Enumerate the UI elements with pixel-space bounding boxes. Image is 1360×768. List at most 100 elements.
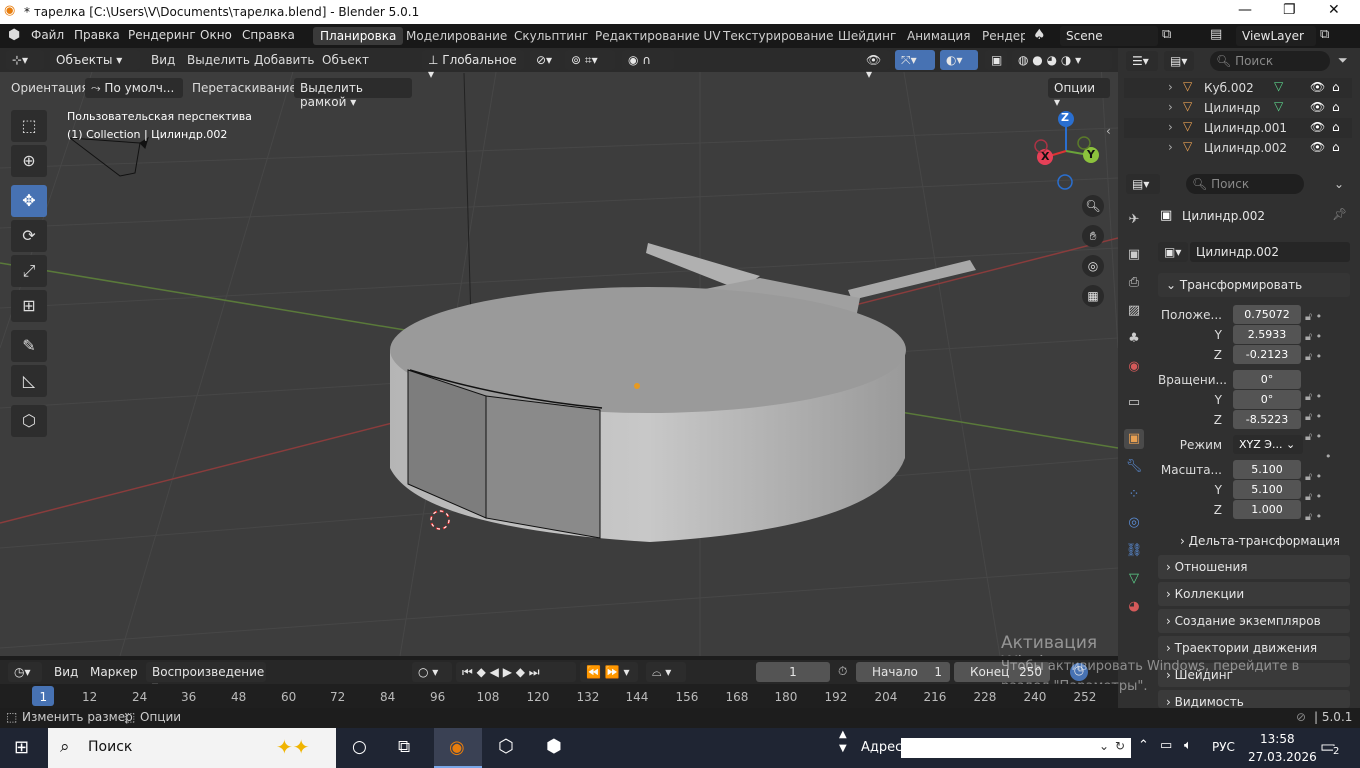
auto-key-icon[interactable]: ⌓ ▾ xyxy=(646,662,686,682)
render-camera-icon[interactable]: ⌂ xyxy=(1332,120,1340,134)
output-tab-icon[interactable]: ⎙ xyxy=(1124,273,1144,293)
address-input[interactable]: ⌄ ↻ xyxy=(901,738,1131,758)
camera-view-icon[interactable]: ◎ xyxy=(1082,255,1104,277)
tab-modeling[interactable]: Моделирование xyxy=(399,27,514,45)
rotation-z-field[interactable]: -8.5223 xyxy=(1233,410,1301,429)
timeline-ruler[interactable] xyxy=(0,684,1118,708)
playback-controls[interactable]: ⏮ ◆ ◀ ▶ ◆ ⏭ xyxy=(456,662,576,682)
address-go-icon[interactable]: ↻ xyxy=(1115,739,1125,753)
render-camera-icon[interactable]: ⌂ xyxy=(1332,100,1340,114)
rotate-tool[interactable]: ⟳ xyxy=(11,220,47,252)
shading-modes[interactable]: ◍ ● ◕ ◑ ▾ xyxy=(1012,50,1112,70)
world-tab-icon[interactable]: ◉ xyxy=(1124,357,1144,377)
outliner-search-field[interactable]: 🔍︎ Поиск xyxy=(1210,51,1330,71)
properties-editor-icon[interactable]: ▤▾ xyxy=(1126,174,1160,194)
select-box-tool[interactable]: ⬚ xyxy=(11,110,47,142)
taskbar-search-box[interactable]: ⌕ Поиск ✦✦ xyxy=(48,728,336,768)
outliner-filter-icon[interactable]: ▤▾ xyxy=(1164,51,1194,71)
collections-panel[interactable]: › Коллекции xyxy=(1158,582,1350,606)
clock-date[interactable]: 27.03.2026 xyxy=(1248,750,1317,764)
scene-tab-icon[interactable]: ♣ xyxy=(1124,329,1144,349)
volume-icon[interactable]: 🔈︎ xyxy=(1184,738,1192,753)
overlay-toggle-icon[interactable]: ◐▾ xyxy=(940,50,978,70)
menu-render[interactable]: Рендеринг xyxy=(128,28,196,42)
location-x-field[interactable]: 0.75072 xyxy=(1233,305,1301,324)
pan-hand-icon[interactable]: ✋︎ xyxy=(1082,225,1104,247)
tab-sculpting[interactable]: Скульптинг xyxy=(507,27,595,45)
lock-icons-column[interactable]: 🔓︎ • 🔓︎ • 🔓︎ • 🔓︎ • 🔓︎ • 🔓︎ • • 🔓︎ • 🔓︎ • 🔓︎ • xyxy=(1305,307,1345,527)
expand-icon[interactable]: › xyxy=(1168,100,1173,114)
new-viewlayer-icon[interactable]: ⧉ xyxy=(1320,27,1329,42)
transform-panel-header[interactable]: ⌄ Трансформировать xyxy=(1158,273,1350,297)
cursor-tool[interactable]: ⊕ xyxy=(11,145,47,177)
maximize-icon[interactable]: ❐ xyxy=(1283,2,1296,18)
taskbar-blender-app[interactable]: ◉ xyxy=(434,728,482,768)
particles-tab-icon[interactable]: ⁘ xyxy=(1124,485,1144,505)
data-tab-icon[interactable]: ▽ xyxy=(1124,569,1144,589)
menu-window[interactable]: Окно xyxy=(200,28,232,42)
3d-viewport[interactable]: Z Y X Пользовательская перспектива (1) C… xyxy=(0,48,1118,656)
outliner-filter-funnel-icon[interactable]: ⏷ xyxy=(1338,53,1348,68)
drag-dropdown[interactable]: Выделить рамкой ▾ xyxy=(294,78,412,109)
expand-icon[interactable]: › xyxy=(1168,120,1173,134)
render-camera-icon[interactable]: ⌂ xyxy=(1332,80,1340,94)
zoom-icon[interactable]: 🔍︎ xyxy=(1082,195,1104,217)
timeline-menu-marker[interactable]: Маркер xyxy=(90,665,138,679)
move-tool[interactable]: ✥ xyxy=(11,185,47,217)
material-tab-icon[interactable]: ◕ xyxy=(1124,597,1144,617)
render-camera-icon[interactable]: ⌂ xyxy=(1332,140,1340,154)
object-type-icon[interactable]: ▣▾ xyxy=(1158,242,1188,262)
properties-options-icon[interactable]: ⌄ xyxy=(1334,177,1344,191)
timeline-menu-view[interactable]: Вид xyxy=(54,665,78,679)
address-dropdown-icon[interactable]: ⌄ xyxy=(1099,739,1109,753)
render-tab-icon[interactable]: ▣ xyxy=(1124,245,1144,265)
eye-icon[interactable]: 👁︎ xyxy=(1310,100,1325,114)
scale-x-field[interactable]: 5.100 xyxy=(1233,460,1301,479)
snap-icon[interactable]: ⊚ ⌗▾ xyxy=(565,50,615,70)
unity-hub-icon[interactable]: ⬢ xyxy=(546,736,562,757)
minimize-icon[interactable]: — xyxy=(1238,2,1252,18)
delta-transform-subpanel[interactable]: › Дельта-трансформация xyxy=(1180,534,1340,548)
tool-tab-icon[interactable]: ✈ xyxy=(1124,210,1144,230)
pin-icon[interactable]: 📌︎ xyxy=(1332,207,1347,221)
cortana-icon[interactable]: ○ xyxy=(352,737,367,757)
outliner-editor-icon[interactable]: ☰▾ xyxy=(1126,51,1158,71)
collection-tab-icon[interactable]: ▭ xyxy=(1124,393,1144,413)
rotation-y-field[interactable]: 0° xyxy=(1233,390,1301,409)
expand-icon[interactable]: › xyxy=(1168,140,1173,154)
outliner-item-cylinder001[interactable]: › ▽ Цилиндр.001 👁︎ ⌂ xyxy=(1124,118,1352,138)
task-view-icon[interactable]: ⧉ xyxy=(398,737,410,757)
instancing-panel[interactable]: › Создание экземпляров xyxy=(1158,609,1350,633)
scale-z-field[interactable]: 1.000 xyxy=(1233,500,1301,519)
menu-file[interactable]: Файл xyxy=(31,28,64,42)
constraints-tab-icon[interactable]: ⛓︎ xyxy=(1124,541,1144,561)
playback-dropdown[interactable]: Воспроизведение ▾ xyxy=(146,662,266,693)
scene-selector-icon[interactable]: ♠ xyxy=(1033,27,1046,43)
eye-icon[interactable]: 👁︎ xyxy=(1310,120,1325,134)
clock-time[interactable]: 13:58 xyxy=(1260,732,1295,746)
timeline-editor-icon[interactable]: ◷▾ xyxy=(8,662,42,682)
close-icon[interactable]: ✕ xyxy=(1328,2,1340,18)
expand-icon[interactable]: › xyxy=(1168,80,1173,94)
pivot-icon[interactable]: ⊘▾ xyxy=(530,50,560,70)
menu-select[interactable]: Выделить xyxy=(187,53,250,67)
eye-icon[interactable]: 👁︎ xyxy=(1310,140,1325,154)
scale-y-field[interactable]: 5.100 xyxy=(1233,480,1301,499)
language-indicator[interactable]: РУС xyxy=(1212,740,1235,754)
proportional-edit-icon[interactable]: ◉ ∩ xyxy=(622,50,674,70)
transform-orientation-dropdown[interactable]: ⊥ Глобальное ▾ xyxy=(422,50,524,81)
scale-tool[interactable]: ⤢ xyxy=(11,255,47,287)
rotation-mode-dropdown[interactable]: XYZ Э... ⌄ xyxy=(1233,435,1303,454)
menu-edit[interactable]: Правка xyxy=(74,28,120,42)
location-z-field[interactable]: -0.2123 xyxy=(1233,345,1301,364)
measure-tool[interactable]: ◺ xyxy=(11,365,47,397)
object-name-field[interactable]: Цилиндр.002 xyxy=(1190,242,1350,262)
start-frame-field[interactable]: Начало 1 xyxy=(856,662,950,682)
location-y-field[interactable]: 2.5933 xyxy=(1233,325,1301,344)
outliner-item-cylinder[interactable]: › ▽ Цилиндр ▽ 👁︎ ⌂ xyxy=(1124,98,1352,118)
menu-object[interactable]: Объект xyxy=(322,53,369,67)
tab-uv-editing[interactable]: Редактирование UV xyxy=(588,27,728,45)
viewlayer-field[interactable]: ViewLayer xyxy=(1236,26,1316,46)
tray-expand-icon[interactable]: ⌃ xyxy=(1138,738,1149,753)
tab-texture-paint[interactable]: Текстурирование xyxy=(716,27,840,45)
